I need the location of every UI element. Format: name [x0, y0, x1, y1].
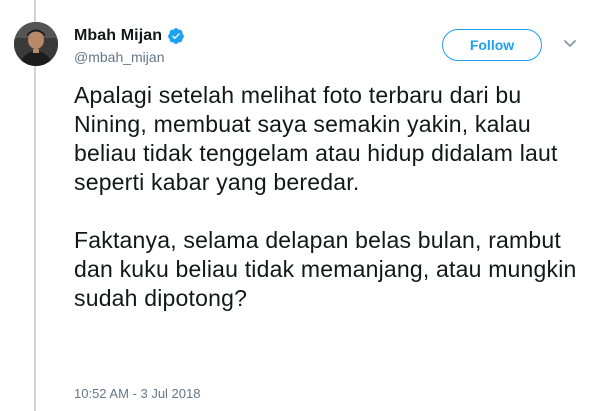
tweet-paragraph: Apalagi setelah melihat foto terbaru dar… — [74, 82, 558, 195]
author-username[interactable]: @mbah_mijan — [74, 49, 185, 65]
tweet-header: Mbah Mijan @mbah_mijan — [74, 26, 185, 65]
user-avatar-icon — [14, 22, 58, 66]
chevron-down-icon[interactable] — [563, 39, 577, 49]
author-display-name[interactable]: Mbah Mijan — [74, 27, 162, 45]
verified-badge-icon — [167, 27, 185, 45]
author-avatar[interactable] — [14, 22, 58, 66]
tweet-text: Apalagi setelah melihat foto terbaru dar… — [74, 81, 594, 313]
follow-button[interactable]: Follow — [442, 29, 542, 61]
tweet-paragraph: Faktanya, selama delapan belas bulan, ra… — [74, 227, 577, 311]
name-row: Mbah Mijan — [74, 26, 185, 46]
tweet-timestamp[interactable]: 10:52 AM - 3 Jul 2018 — [74, 386, 200, 401]
